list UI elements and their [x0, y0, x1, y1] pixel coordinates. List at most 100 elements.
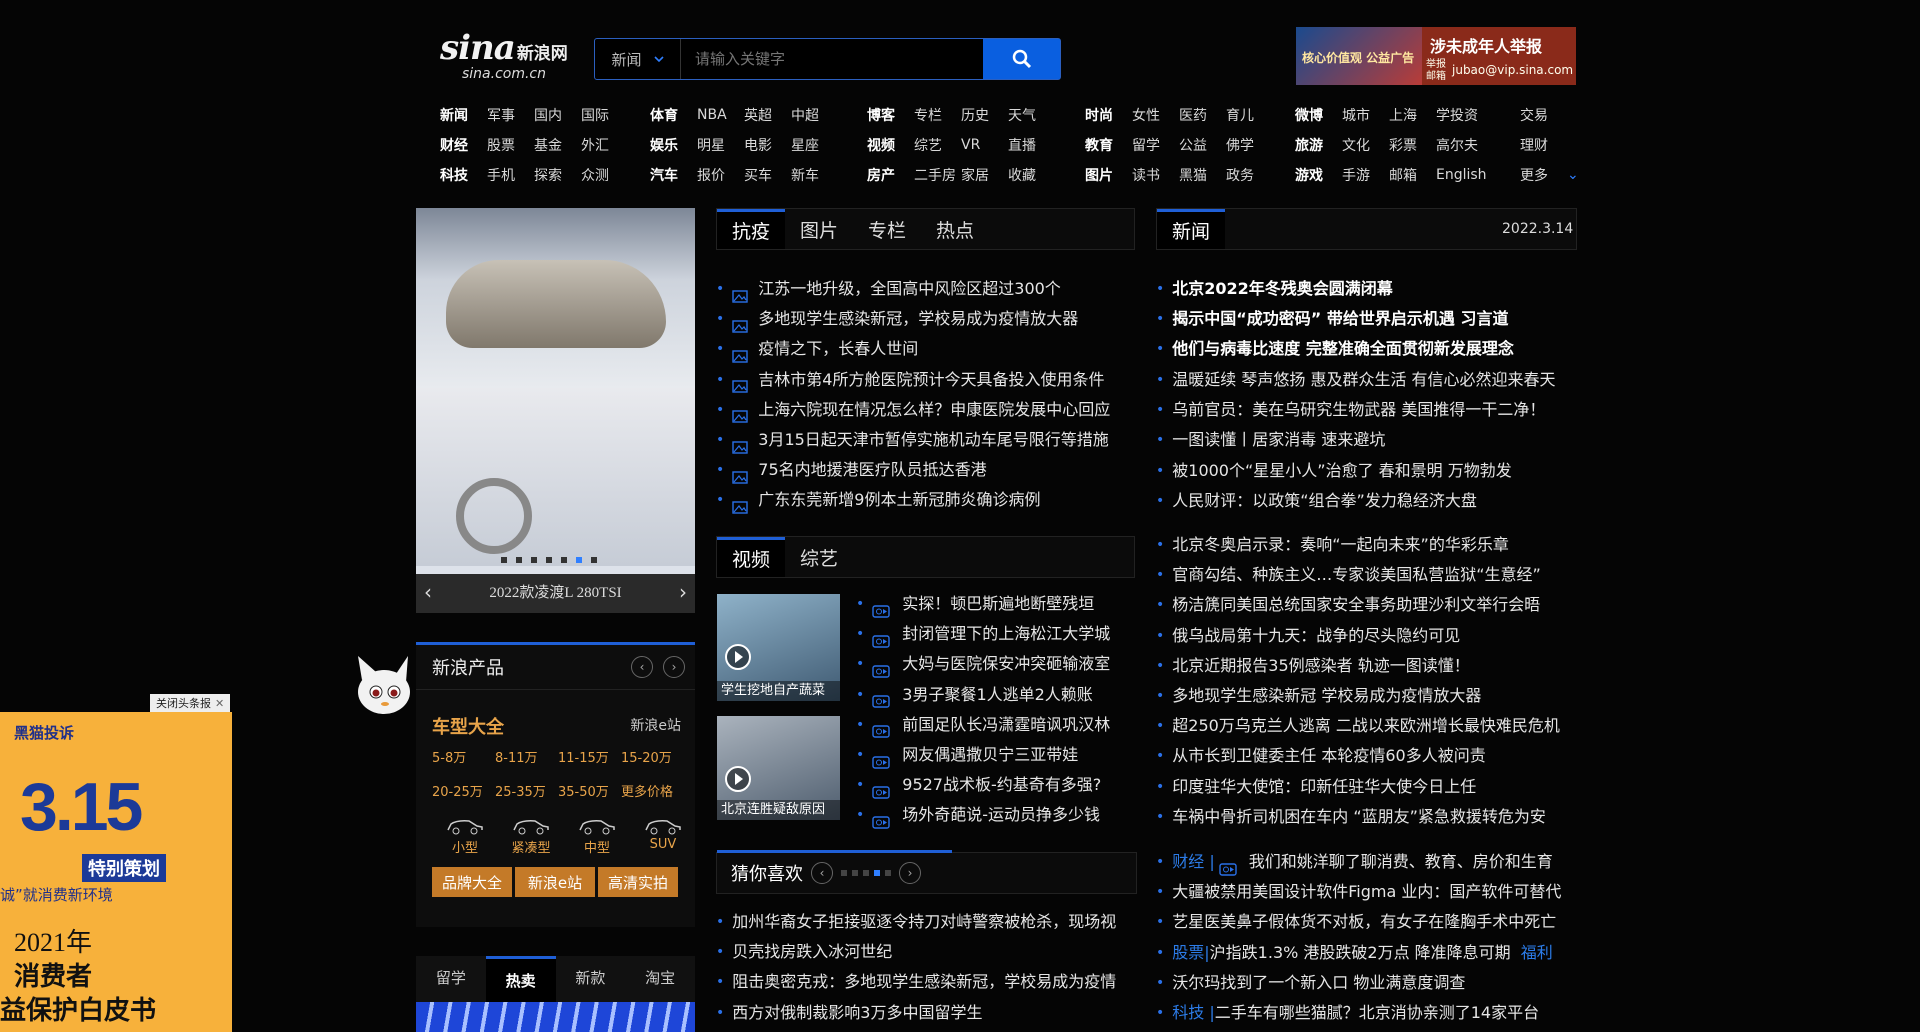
- news-title[interactable]: 艺星医美鼻子假体货不对板，有女子在隆胸手术中死亡: [1172, 907, 1556, 937]
- nav-link[interactable]: 明星: [697, 135, 744, 155]
- news-title[interactable]: 我们和姚洋聊了聊消费、教育、房价和生育: [1249, 847, 1553, 877]
- nav-link[interactable]: 读书: [1132, 165, 1179, 185]
- nav-link[interactable]: 新闻: [440, 105, 487, 125]
- news-item[interactable]: • 财经 | 我们和姚洋聊了聊消费、教育、房价和生育: [1156, 847, 1561, 877]
- news-item[interactable]: • 官商勾结、种族主义…专家谈美国私营监狱“生意经”: [1156, 560, 1560, 590]
- news-item[interactable]: • 多地现学生感染新冠 学校易成为疫情放大器: [1156, 681, 1560, 711]
- news-title[interactable]: 吉林市第4所方舱医院预计今天具备投入使用条件: [758, 365, 1104, 395]
- nav-link[interactable]: 直播: [1008, 135, 1055, 155]
- news-item[interactable]: • 乌前官员：美在乌研究生物武器 美国推得一干二净！: [1156, 395, 1556, 425]
- news-item[interactable]: • 实探！顿巴斯遍地断壁残垣: [856, 589, 1110, 619]
- news-item[interactable]: • 前国足队长冯潇霆暗讽巩汉林: [856, 710, 1110, 740]
- nav-link[interactable]: 彩票: [1389, 135, 1436, 155]
- nav-link[interactable]: 黑猫: [1179, 165, 1226, 185]
- video-thumb-2[interactable]: 北京连胜疑敌原因: [717, 716, 840, 820]
- video-thumb-1[interactable]: 学生挖地自产蔬菜: [717, 594, 840, 701]
- nav-link[interactable]: 佛学: [1226, 135, 1273, 155]
- nav-link[interactable]: 微博: [1295, 105, 1342, 125]
- news-item[interactable]: • 场外奇葩说-运动员挣多少钱: [856, 800, 1110, 830]
- news-item[interactable]: • 温暖延续 琴声悠扬 惠及群众生活 有信心必然迎来春天: [1156, 365, 1556, 395]
- news-title[interactable]: 车祸中骨折司机困在车内 “蓝朋友”紧急救援转危为安: [1172, 802, 1546, 832]
- news-title[interactable]: 从市长到卫健委主任 本轮疫情60多人被问责: [1172, 741, 1485, 771]
- news-title[interactable]: 疫情之下，长春人世间: [758, 334, 918, 364]
- news-title[interactable]: 北京冬奥启示录：奏响“一起向未来”的华彩乐章: [1172, 530, 1509, 560]
- price-link[interactable]: 25-35万: [495, 781, 558, 800]
- price-link[interactable]: 35-50万: [558, 781, 621, 800]
- nav-link[interactable]: 国际: [581, 105, 628, 125]
- nav-link[interactable]: 军事: [487, 105, 534, 125]
- image-slider[interactable]: 2022款凌渡L 280TSI ‹ ›: [416, 208, 695, 613]
- nav-link[interactable]: 博客: [867, 105, 914, 125]
- mascot-cat-icon[interactable]: [346, 652, 416, 722]
- news-suffix[interactable]: 福利: [1521, 938, 1553, 968]
- slider-dot[interactable]: [591, 557, 597, 563]
- nav-link[interactable]: 交易: [1520, 105, 1567, 125]
- news-item[interactable]: • 75名内地援港医疗队员抵达香港: [716, 455, 1110, 485]
- price-link[interactable]: 15-20万: [621, 747, 684, 766]
- news-item[interactable]: • 沃尔玛找到了一个新入口 物业满意度调查: [1156, 968, 1561, 998]
- news-item[interactable]: • 北京2022年冬残奥会圆满闭幕: [1156, 274, 1514, 304]
- news-title[interactable]: 网友偶遇撒贝宁三亚带娃: [902, 740, 1078, 770]
- nav-link[interactable]: 国内: [534, 105, 581, 125]
- news-title[interactable]: 加州华裔女子拒接驱逐令持刀对峙警察被枪杀，现场视: [732, 907, 1116, 937]
- nav-link[interactable]: 英超: [744, 105, 791, 125]
- nav-link[interactable]: 体育: [650, 105, 697, 125]
- nav-link[interactable]: 留学: [1132, 135, 1179, 155]
- guess-page-dots[interactable]: [841, 870, 891, 876]
- slider-next-icon[interactable]: ›: [679, 580, 687, 604]
- news-title[interactable]: 俄乌战局第十九天：战争的尽头隐约可见: [1172, 621, 1460, 651]
- news-title[interactable]: 阻击奥密克戎：多地现学生感染新冠，学校易成为疫情: [732, 967, 1116, 997]
- search-category-select[interactable]: 新闻: [595, 39, 681, 79]
- slider-dot[interactable]: [531, 557, 537, 563]
- middle-tab[interactable]: 热点: [921, 209, 989, 249]
- news-item[interactable]: • 一图读懂丨居家消毒 速来避坑: [1156, 425, 1556, 455]
- nav-link[interactable]: 图片: [1085, 165, 1132, 185]
- news-item[interactable]: • 从市长到卫健委主任 本轮疫情60多人被问责: [1156, 741, 1560, 771]
- price-link[interactable]: 20-25万: [432, 781, 495, 800]
- news-item[interactable]: • 北京冬奥启示录：奏响“一起向未来”的华彩乐章: [1156, 530, 1560, 560]
- news-title[interactable]: 官商勾结、种族主义…专家谈美国私营监狱“生意经”: [1172, 560, 1541, 590]
- nav-link[interactable]: 学投资: [1436, 105, 1483, 125]
- slider-dots[interactable]: [501, 557, 597, 563]
- news-title[interactable]: 揭示中国“成功密码” 带给世界启示机遇 习言道: [1172, 304, 1508, 334]
- right-tab[interactable]: 新闻: [1157, 209, 1226, 249]
- slider-dot[interactable]: [546, 557, 552, 563]
- news-item[interactable]: • 吉林市第4所方舱医院预计今天具备投入使用条件: [716, 365, 1110, 395]
- news-item[interactable]: • 江苏一地升级，全国高中风险区超过300个: [716, 274, 1110, 304]
- car-site[interactable]: 新浪e站: [630, 715, 681, 735]
- price-link[interactable]: 11-15万: [558, 747, 621, 766]
- news-item[interactable]: • 被1000个“星星小人”治愈了 春和景明 万物勃发: [1156, 456, 1556, 486]
- search-input[interactable]: [681, 39, 983, 79]
- slider-dot[interactable]: [561, 557, 567, 563]
- nav-link[interactable]: 天气: [1008, 105, 1055, 125]
- slider-dot[interactable]: [576, 557, 582, 563]
- nav-link[interactable]: 房产: [867, 165, 914, 185]
- news-item[interactable]: • 网友偶遇撒贝宁三亚带娃: [856, 740, 1110, 770]
- bottom-tab-image[interactable]: [416, 1002, 695, 1032]
- nav-link[interactable]: 政务: [1226, 165, 1273, 185]
- news-title[interactable]: 北京近期报告35例感染者 轨迹一图读懂！: [1172, 651, 1469, 681]
- slider-prev-icon[interactable]: ‹: [424, 580, 432, 604]
- nav-link[interactable]: 娱乐: [650, 135, 697, 155]
- left-float-ad[interactable]: 黑猫投诉 3.15 特别策划 诚”就消费新环境 2021年 消费者 益保护白皮书: [0, 712, 232, 1032]
- nav-link[interactable]: 买车: [744, 165, 791, 185]
- news-title[interactable]: 北京2022年冬残奥会圆满闭幕: [1172, 274, 1393, 304]
- nav-link[interactable]: 游戏: [1295, 165, 1342, 185]
- news-item[interactable]: • 疫情之下，长春人世间: [716, 334, 1110, 364]
- news-item[interactable]: • 大疆被禁用美国设计软件Figma 业内：国产软件可替代: [1156, 877, 1561, 907]
- news-item[interactable]: • 车祸中骨折司机困在车内 “蓝朋友”紧急救援转危为安: [1156, 802, 1560, 832]
- bottom-tab[interactable]: 淘宝: [625, 956, 695, 1002]
- nav-link[interactable]: 教育: [1085, 135, 1132, 155]
- nav-link[interactable]: 女性: [1132, 105, 1179, 125]
- news-title[interactable]: 上海六院现在情况怎么样？申康医院发展中心回应: [758, 395, 1110, 425]
- product-button[interactable]: 品牌大全: [432, 867, 512, 897]
- nav-link[interactable]: 历史: [961, 105, 1008, 125]
- nav-link[interactable]: 众测: [581, 165, 628, 185]
- nav-link[interactable]: 财经: [440, 135, 487, 155]
- nav-link[interactable]: 外汇: [581, 135, 628, 155]
- news-item[interactable]: • 印度驻华大使馆：印新任驻华大使今日上任: [1156, 772, 1560, 802]
- news-title[interactable]: 他们与病毒比速度 完整准确全面贯彻新发展理念: [1172, 334, 1514, 364]
- car-type-link[interactable]: 中型: [564, 817, 630, 856]
- news-item[interactable]: • 俄乌战局第十九天：战争的尽头隐约可见: [1156, 621, 1560, 651]
- nav-link[interactable]: 视频: [867, 135, 914, 155]
